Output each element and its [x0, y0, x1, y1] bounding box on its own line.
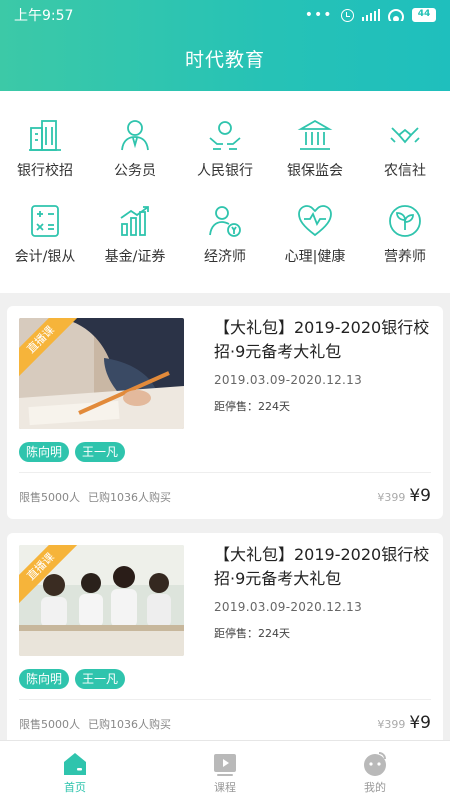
category-economist[interactable]: 经济师	[180, 204, 270, 266]
original-price: ¥399	[377, 718, 406, 731]
price-block: ¥399 ¥9	[377, 486, 431, 506]
tab-courses[interactable]: 课程	[150, 741, 300, 800]
tab-home[interactable]: 首页	[0, 741, 150, 800]
course-card[interactable]: 直播课 【大礼包】2019-2020银行校招·9元备考大礼包 2019.03.0…	[7, 306, 443, 519]
wifi-icon	[388, 9, 404, 21]
category-accounting[interactable]: 会计/银从	[0, 204, 90, 266]
calculator-icon	[31, 205, 59, 237]
category-peoples-bank[interactable]: 人民银行	[180, 118, 270, 180]
teacher-tag[interactable]: 王一凡	[75, 442, 126, 462]
course-date-range: 2019.03.09-2020.12.13	[214, 373, 363, 387]
course-title: 【大礼包】2019-2020银行校招·9元备考大礼包	[214, 318, 430, 361]
handshake-icon	[390, 127, 420, 144]
status-time: 上午9:57	[14, 8, 74, 24]
current-price: ¥9	[409, 486, 431, 506]
original-price: ¥399	[377, 491, 406, 504]
course-stop-sale: 距停售：224天	[214, 627, 290, 640]
app-header: 上午9:57 ••• 44 时代教育	[0, 0, 450, 91]
teacher-tag[interactable]: 陈向明	[19, 669, 70, 689]
category-grid: 银行校招 公务员 人民银行 银保监会 农信社 会计/银从 基金/证券 经济师 心…	[0, 91, 450, 293]
civil-servant-icon	[121, 120, 149, 151]
bar-chart-icon	[120, 206, 149, 236]
sale-limit: 限售5000人	[19, 718, 80, 731]
sale-limit: 限售5000人	[19, 491, 80, 504]
bought-count: 已购1036人购买	[88, 718, 171, 731]
battery-icon: 44	[412, 8, 436, 22]
category-fund-securities[interactable]: 基金/证券	[90, 204, 180, 266]
alarm-icon	[340, 8, 354, 22]
page-title: 时代教育	[184, 49, 265, 71]
divider	[19, 472, 431, 473]
leaf-icon	[389, 205, 421, 237]
bottom-tab-bar: 首页 课程 我的	[0, 740, 450, 800]
teacher-tags: 陈向明 王一凡	[19, 442, 126, 462]
sales-info: 限售5000人 已购1036人购买	[19, 716, 179, 732]
divider	[19, 699, 431, 700]
course-date-range: 2019.03.09-2020.12.13	[214, 600, 363, 614]
category-nutritionist[interactable]: 营养师	[360, 204, 450, 266]
hands-coin-icon	[209, 121, 241, 150]
heart-pulse-icon	[298, 205, 332, 237]
course-card[interactable]: 直播课 【大礼包】2019-2020银行校招·9元备考大礼包 2019.03.0…	[7, 533, 443, 746]
profile-icon	[364, 752, 386, 776]
tab-profile[interactable]: 我的	[300, 741, 450, 800]
signal-icon	[361, 9, 380, 21]
course-stop-sale: 距停售：224天	[214, 400, 290, 413]
teacher-tag[interactable]: 陈向明	[19, 442, 70, 462]
course-title: 【大礼包】2019-2020银行校招·9元备考大礼包	[214, 545, 430, 588]
home-icon	[64, 753, 86, 775]
teacher-tags: 陈向明 王一凡	[19, 669, 126, 689]
status-bar: 上午9:57 ••• 44	[0, 0, 450, 30]
category-rural-credit[interactable]: 农信社	[360, 118, 450, 180]
sales-info: 限售5000人 已购1036人购买	[19, 489, 179, 505]
more-dots-icon: •••	[304, 7, 333, 23]
course-thumbnail-writing: 直播课	[19, 318, 184, 429]
status-icons: ••• 44	[305, 7, 436, 23]
government-building-icon	[297, 119, 333, 150]
category-bank-campus[interactable]: 银行校招	[0, 118, 90, 180]
category-cbirc[interactable]: 银保监会	[270, 118, 360, 180]
economist-icon	[209, 206, 241, 237]
price-block: ¥399 ¥9	[377, 713, 431, 733]
course-thumbnail-classroom: 直播课	[19, 545, 184, 656]
category-civil-servant[interactable]: 公务员	[90, 118, 180, 180]
course-play-icon	[214, 754, 236, 776]
current-price: ¥9	[409, 713, 431, 733]
bought-count: 已购1036人购买	[88, 491, 171, 504]
teacher-tag[interactable]: 王一凡	[75, 669, 126, 689]
category-psychology-health[interactable]: 心理|健康	[270, 204, 360, 266]
bank-building-icon	[29, 120, 61, 151]
